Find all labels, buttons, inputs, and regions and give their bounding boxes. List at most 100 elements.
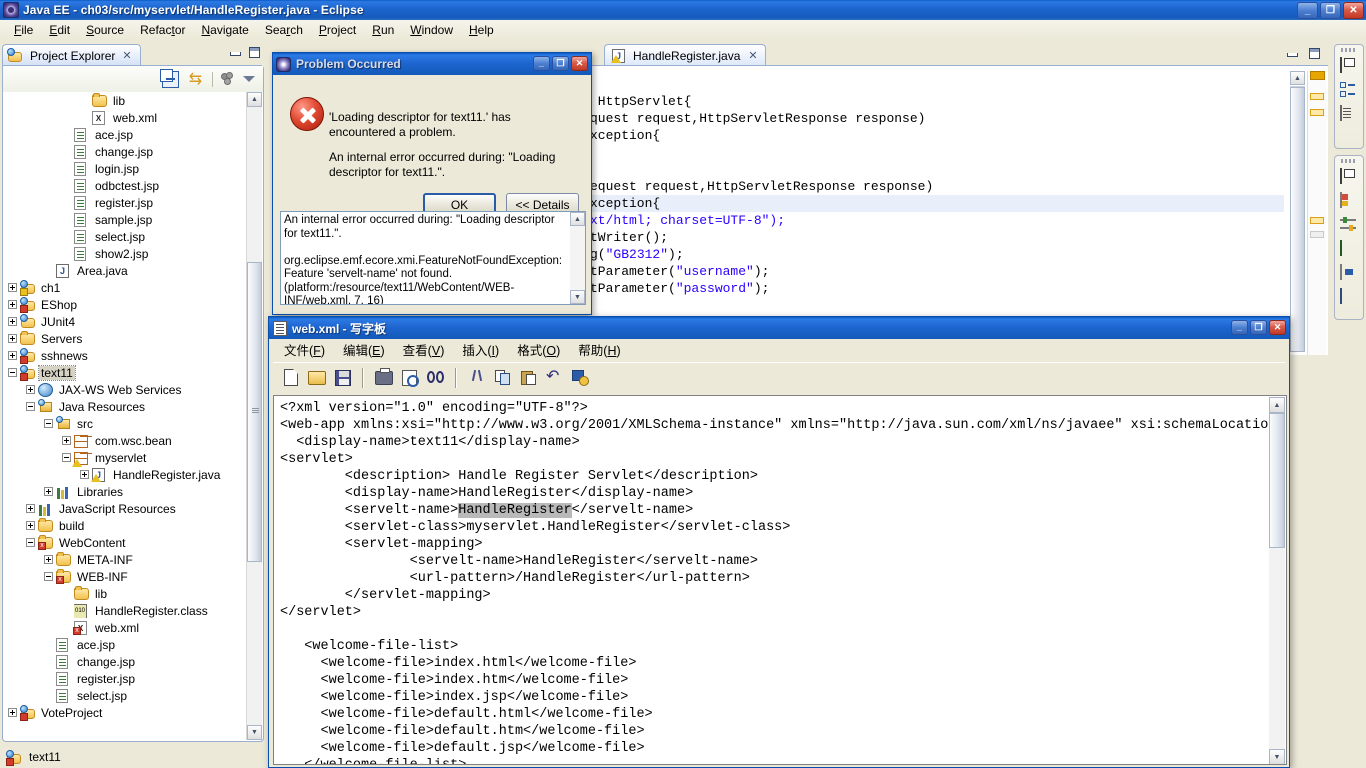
properties-view-icon[interactable]	[1340, 217, 1358, 235]
wordpad-menu-item-文件[interactable]: 文件(F)	[275, 338, 334, 361]
wordpad-toolbar[interactable]: ↶	[273, 362, 1285, 392]
view-menu-icon[interactable]	[243, 76, 255, 82]
link-with-editor-icon[interactable]: ⇆	[187, 71, 204, 88]
undo-icon[interactable]: ↶	[543, 366, 566, 389]
close-button[interactable]: ✕	[1343, 2, 1364, 19]
expand-icon[interactable]	[8, 708, 17, 717]
overview-marker[interactable]	[1310, 217, 1324, 224]
overview-marker[interactable]	[1310, 71, 1325, 80]
palette-view-icon[interactable]	[1340, 264, 1358, 283]
servers-view-icon[interactable]	[1340, 192, 1358, 211]
console-view-icon[interactable]	[1340, 288, 1358, 307]
tree-item-text11[interactable]: text11	[4, 364, 247, 381]
find-icon[interactable]	[424, 366, 447, 389]
editor-scroll-thumb[interactable]	[1290, 87, 1305, 352]
menu-item-refactor[interactable]: Refactor	[132, 21, 193, 39]
restore-icon[interactable]	[1340, 57, 1358, 76]
document-view-icon[interactable]	[1340, 105, 1358, 124]
tree-item-handleregister-java[interactable]: J HandleRegister.java	[4, 466, 247, 483]
wordpad-document[interactable]: <?xml version="1.0" encoding="UTF-8"?> <w…	[273, 395, 1287, 765]
tree-item-jax-ws-web-services[interactable]: JAX-WS Web Services	[4, 381, 247, 398]
tree-item-build[interactable]: build	[4, 517, 247, 534]
scroll-up-arrow-icon[interactable]: ▲	[570, 212, 585, 226]
tree-item-show2-jsp[interactable]: show2.jsp	[4, 245, 247, 262]
wordpad-menu-item-查看[interactable]: 查看(V)	[394, 338, 454, 361]
expand-icon[interactable]	[8, 300, 17, 309]
tree-item-register-jsp[interactable]: register.jsp	[4, 194, 247, 211]
editor-body[interactable]: HttpServlet{quest request,HttpServletRes…	[588, 65, 1328, 355]
paste-icon[interactable]	[517, 366, 540, 389]
tree-item-ace-jsp[interactable]: ace.jsp	[4, 636, 247, 653]
restore-button[interactable]: ❐	[1320, 2, 1341, 19]
scroll-up-arrow-icon[interactable]: ▲	[247, 92, 262, 107]
editor-vertical-scrollbar[interactable]: ▲	[1290, 71, 1306, 355]
collapse-icon[interactable]	[26, 402, 35, 411]
menu-item-file[interactable]: File	[6, 21, 41, 39]
tree-item-select-jsp[interactable]: select.jsp	[4, 228, 247, 245]
maximize-editor-icon[interactable]	[1309, 48, 1320, 59]
menu-item-navigate[interactable]: Navigate	[193, 21, 256, 39]
restore-icon[interactable]	[1340, 168, 1358, 187]
menu-item-window[interactable]: Window	[402, 21, 461, 39]
collapse-icon[interactable]	[44, 572, 53, 581]
new-icon[interactable]	[279, 366, 302, 389]
tree-item-handleregister-class[interactable]: J HandleRegister.class	[4, 602, 247, 619]
menu-item-help[interactable]: Help	[461, 21, 502, 39]
wordpad-menu-item-编辑[interactable]: 编辑(E)	[334, 338, 394, 361]
expand-icon[interactable]	[8, 317, 17, 326]
tree-item-voteproject[interactable]: VoteProject	[4, 704, 247, 721]
tree-item-com-wsc-bean[interactable]: com.wsc.bean	[4, 432, 247, 449]
outline-view-icon[interactable]	[1340, 82, 1358, 100]
eclipse-menu-bar[interactable]: File Edit Source Refactor Navigate Search Proj…	[0, 20, 1366, 40]
tree-item-servers[interactable]: Servers	[4, 330, 247, 347]
view-menu-dots-icon[interactable]	[221, 72, 235, 86]
expand-icon[interactable]	[80, 470, 89, 479]
overview-marker[interactable]	[1310, 109, 1324, 116]
tree-item-java-resources[interactable]: Java Resources	[4, 398, 247, 415]
expand-icon[interactable]	[8, 283, 17, 292]
scroll-down-arrow-icon[interactable]: ▼	[570, 290, 585, 304]
copy-icon[interactable]	[491, 366, 514, 389]
project-explorer-view-controls[interactable]	[229, 47, 260, 58]
menu-item-run[interactable]: Run	[364, 21, 402, 39]
collapse-icon[interactable]	[62, 453, 71, 462]
drag-handle[interactable]	[1341, 159, 1357, 163]
menu-item-source[interactable]: Source	[78, 21, 132, 39]
minimize-button[interactable]: _	[1297, 2, 1318, 19]
expand-icon[interactable]	[26, 504, 35, 513]
tree-item-sample-jsp[interactable]: sample.jsp	[4, 211, 247, 228]
maximize-view-icon[interactable]	[249, 47, 260, 58]
menu-item-edit[interactable]: Edit	[41, 21, 78, 39]
minimize-view-icon[interactable]	[229, 47, 241, 58]
print-preview-icon[interactable]	[398, 366, 421, 389]
wordpad-menu-bar[interactable]: 文件(F) 编辑(E) 查看(V) 插入(I) 格式(O) 帮助(H)	[269, 339, 1289, 360]
expand-icon[interactable]	[26, 385, 35, 394]
save-icon[interactable]	[331, 366, 354, 389]
tree-item-meta-inf[interactable]: META-INF	[4, 551, 247, 568]
expand-icon[interactable]	[62, 436, 71, 445]
dialog-window-controls[interactable]: _ ❐ ✕	[533, 56, 588, 71]
collapse-all-icon[interactable]	[160, 68, 179, 88]
date-time-icon[interactable]	[569, 366, 592, 389]
tree-item-web-xml[interactable]: Xweb.xml	[4, 109, 247, 126]
tree-item-src[interactable]: src	[4, 415, 247, 432]
tree-item-ch1[interactable]: ch1	[4, 279, 247, 296]
close-button[interactable]: ✕	[1269, 320, 1286, 335]
snippets-view-icon[interactable]	[1340, 240, 1358, 259]
overview-marker[interactable]	[1310, 93, 1324, 100]
scroll-thumb[interactable]	[247, 262, 262, 562]
minimize-button[interactable]: _	[533, 56, 550, 71]
collapse-icon[interactable]	[44, 419, 53, 428]
tab-project-explorer[interactable]: Project Explorer ✕	[2, 44, 141, 66]
tree-item-ace-jsp[interactable]: ace.jsp	[4, 126, 247, 143]
collapse-icon[interactable]	[26, 538, 35, 547]
dialog-details-panel[interactable]: An internal error occurred during: "Load…	[280, 211, 586, 305]
tree-item-webcontent[interactable]: x WebContent	[4, 534, 247, 551]
tree-item-myservlet[interactable]: myservlet	[4, 449, 247, 467]
wordpad-window-controls[interactable]: _ ❐ ✕	[1231, 320, 1286, 335]
tree-item-junit4[interactable]: JUnit4	[4, 313, 247, 330]
wordpad-vertical-scrollbar[interactable]: ▲ ▼	[1269, 397, 1285, 764]
minimize-button[interactable]: _	[1231, 320, 1248, 335]
close-icon[interactable]: ✕	[748, 49, 757, 62]
tree-item-web-inf[interactable]: x WEB-INF	[4, 568, 247, 585]
